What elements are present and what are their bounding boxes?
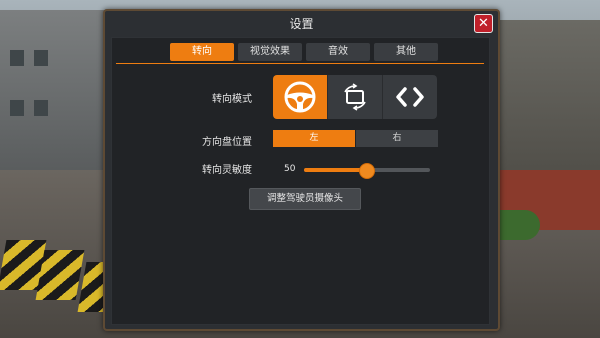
- sensitivity-slider[interactable]: [304, 163, 430, 179]
- close-button[interactable]: ✕: [474, 14, 493, 33]
- tilt-rotate-icon: [344, 83, 366, 111]
- tab-sound[interactable]: 音效: [306, 43, 370, 61]
- settings-dialog: 设置 ✕ 转向 视觉效果 音效 其他 转向模式 方向盘位置 左 右 转向灵敏度 …: [103, 9, 500, 331]
- steering-mode-tilt-button[interactable]: [328, 75, 383, 119]
- settings-panel: 转向 视觉效果 音效 其他 转向模式 方向盘位置 左 右 转向灵敏度 50 调整…: [111, 37, 490, 325]
- tab-steering[interactable]: 转向: [170, 43, 234, 61]
- tab-other[interactable]: 其他: [374, 43, 438, 61]
- steering-mode-wheel-button[interactable]: [273, 75, 328, 119]
- tab-underline: [116, 63, 484, 64]
- sensitivity-slider-knob[interactable]: [359, 163, 375, 179]
- arrow-buttons-icon: [396, 87, 424, 107]
- wheel-position-left-button[interactable]: 左: [273, 130, 355, 147]
- tab-visual-effects[interactable]: 视觉效果: [238, 43, 302, 61]
- steering-mode-buttons-button[interactable]: [383, 75, 437, 119]
- adjust-driver-camera-button[interactable]: 调整驾驶员摄像头: [249, 188, 361, 210]
- wheel-position-right-button[interactable]: 右: [356, 130, 438, 147]
- sensitivity-label: 转向灵敏度: [202, 165, 252, 176]
- sensitivity-slider-fill: [304, 168, 367, 172]
- building-left: [0, 10, 110, 170]
- steering-wheel-icon: [284, 81, 316, 113]
- close-icon: ✕: [478, 16, 489, 31]
- steering-mode-label: 转向模式: [212, 94, 252, 105]
- dialog-title: 设置: [289, 17, 314, 31]
- wheel-position-label: 方向盘位置: [202, 137, 252, 148]
- sensitivity-value: 50: [284, 164, 296, 174]
